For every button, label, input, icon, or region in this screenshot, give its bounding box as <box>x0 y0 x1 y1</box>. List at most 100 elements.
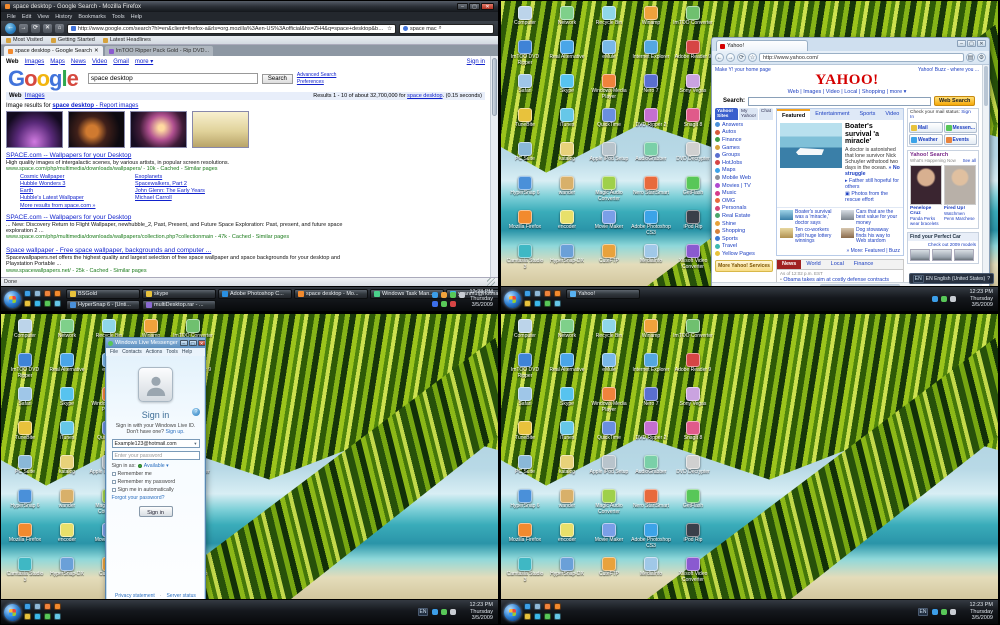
clock[interactable]: 12:23 PMThursday3/5/2009 <box>469 602 495 622</box>
desktop-icon[interactable]: ImTOO DVD Ripper <box>504 352 546 386</box>
preferences-link[interactable]: Preferences <box>297 79 336 86</box>
featured-tab[interactable]: Featured <box>777 109 810 120</box>
quick-launch-icon[interactable] <box>24 290 31 297</box>
reload-button[interactable]: ⟳ <box>31 24 40 33</box>
desktop-icon[interactable]: Xilisoft Video Converter <box>672 243 714 277</box>
bookmark-item[interactable]: Latest Headlines <box>103 37 151 43</box>
trend-item[interactable]: Penelope Cruz Panda Perks wear bracelets <box>910 165 942 226</box>
checkbox-row[interactable]: Remember me <box>112 471 200 477</box>
result-title-link[interactable]: SPACE.com -- Wallpapers for your Desktop <box>6 214 351 222</box>
desktop-icon[interactable]: ImTOO Converter <box>672 318 714 352</box>
desktop-icon[interactable]: Real Alternative <box>546 352 588 386</box>
desktop-icon[interactable]: Mozilla Firefox <box>504 522 546 556</box>
view-tab-web[interactable]: Web <box>9 93 22 99</box>
desktop-icon[interactable]: PC Suite <box>504 454 546 488</box>
sidebar-item[interactable]: Sports <box>715 235 773 243</box>
quick-launch-icon[interactable] <box>534 300 541 307</box>
minimize-button[interactable]: – <box>180 340 188 346</box>
checkbox[interactable] <box>112 488 116 492</box>
quick-launch-icon[interactable] <box>44 613 51 620</box>
quick-launch-icon[interactable] <box>44 290 51 297</box>
link-news[interactable]: News <box>71 59 86 65</box>
close-button[interactable]: ✕ <box>481 3 494 10</box>
quick-launch-icon[interactable] <box>54 603 61 610</box>
sidebar-item[interactable]: Real Estate <box>715 212 773 220</box>
quick-launch-icon[interactable] <box>24 613 31 620</box>
language-bar[interactable]: EN EN English (United States) ? <box>909 273 994 284</box>
desktop-icon[interactable]: Sony Vegas <box>672 386 714 420</box>
wrench-menu-icon[interactable]: ⚙ <box>977 53 986 62</box>
desktop-icon[interactable]: ImTOO Converter <box>672 5 714 39</box>
featured-tab[interactable]: Video <box>880 109 904 120</box>
taskbar-button[interactable]: HyperSnap 6 - [Unti... <box>66 300 140 310</box>
desktop-icon[interactable]: encoder <box>546 522 588 556</box>
desktop-icon[interactable]: HyperSnap-DX <box>546 243 588 277</box>
desktop-icon[interactable]: CuteFTP <box>588 243 630 277</box>
desktop-icon[interactable]: TuneBite <box>504 107 546 141</box>
quick-launch-icon[interactable] <box>524 613 531 620</box>
tray-icon[interactable] <box>450 292 456 298</box>
start-button[interactable] <box>504 291 521 308</box>
email-field[interactable]: Example123@hotmail.com▾ <box>112 439 200 448</box>
tab-google-search[interactable]: space desktop - Google Search ✕ <box>4 46 103 56</box>
desktop-icon[interactable]: katalog <box>546 454 588 488</box>
tab-chat[interactable]: Chat <box>759 108 773 120</box>
service-button[interactable]: Weather <box>909 134 943 145</box>
desktop-icon[interactable]: Camtasia Studio 3 <box>4 556 46 590</box>
sidebar-item[interactable]: Finance <box>715 136 773 144</box>
desktop-icon[interactable]: Mozilla Firefox <box>4 522 46 556</box>
report-images-link[interactable]: - Report images <box>94 103 138 109</box>
tray-icon[interactable] <box>950 296 956 302</box>
result-sublink[interactable]: Michael Carroll <box>135 195 295 202</box>
quick-launch-icon[interactable] <box>534 613 541 620</box>
omnibox[interactable]: http://www.yahoo.com/ <box>759 53 964 62</box>
tray-icon[interactable] <box>432 292 438 298</box>
image-thumbnail[interactable] <box>68 111 125 148</box>
menu-item[interactable]: View <box>37 14 49 20</box>
quick-launch-icon[interactable] <box>534 290 541 297</box>
desktop-icon[interactable]: ImTOO DVD Ripper <box>504 39 546 73</box>
desktop-icon[interactable]: Movie Maker <box>588 522 630 556</box>
desktop-icon[interactable]: TuneBite <box>4 420 46 454</box>
more-results-link[interactable]: More results from space.com » <box>20 203 351 209</box>
desktop-icon[interactable]: DVD Decrypter <box>672 454 714 488</box>
sidebar-item[interactable]: Yellow Pages <box>715 250 773 258</box>
search-box[interactable]: space mac ⌕ <box>399 24 494 34</box>
desktop-icon[interactable]: Network <box>546 5 588 39</box>
sidebar-item[interactable]: Games <box>715 144 773 152</box>
sign-in-button[interactable]: Sign in <box>139 506 173 517</box>
taskbar-button[interactable]: space desktop - Mo... <box>294 289 368 299</box>
news-tab[interactable]: World <box>801 260 825 269</box>
link-images[interactable]: Images <box>25 59 45 65</box>
language-indicator[interactable]: EN <box>918 608 929 616</box>
desktop-icon[interactable]: HyperSnap 6 <box>504 488 546 522</box>
desktop-icon[interactable]: Internet Explorer <box>630 352 672 386</box>
desktop-icon[interactable]: Adobe Photoshop CS3 <box>630 522 672 556</box>
result-sublink[interactable]: Cosmic Wallpaper <box>20 174 135 181</box>
bookmark-item[interactable]: Getting Started <box>51 37 95 43</box>
image-thumbnail[interactable] <box>6 111 63 148</box>
page-menu-icon[interactable]: ▤ <box>966 53 975 62</box>
desktop-icon[interactable]: Safari <box>504 386 546 420</box>
quick-launch-icon[interactable] <box>544 603 551 610</box>
sidebar-item[interactable]: Autos <box>715 129 773 137</box>
news-tab[interactable]: Local <box>826 260 849 269</box>
desktop-icon[interactable]: Camtasia Studio 3 <box>504 556 546 590</box>
desktop-icon[interactable]: Real Alternative <box>46 352 88 386</box>
desktop-icon[interactable]: Mozilla Firefox <box>504 209 546 243</box>
see-all-link[interactable]: See all <box>963 158 976 163</box>
magnifier-icon[interactable]: ⌕ <box>439 25 442 32</box>
desktop-icon[interactable]: ImTOO DVD Ripper <box>4 352 46 386</box>
quick-launch-icon[interactable] <box>544 290 551 297</box>
link-maps[interactable]: Maps <box>50 59 65 65</box>
desktop-icon[interactable]: Skype <box>546 73 588 107</box>
url-bar[interactable]: http://www.google.com/search?hl=en&clien… <box>67 24 396 34</box>
desktop-icon[interactable]: Skype <box>46 386 88 420</box>
desktop-icon[interactable]: AudioGrabber <box>630 141 672 175</box>
maximize-button[interactable]: ▢ <box>189 340 197 346</box>
scrollbar-thumb[interactable] <box>492 58 497 116</box>
help-icon[interactable]: ? <box>192 408 200 416</box>
quick-launch-icon[interactable] <box>524 603 531 610</box>
vertical-scrollbar[interactable] <box>982 65 989 282</box>
help-icon[interactable]: ? <box>987 276 990 282</box>
